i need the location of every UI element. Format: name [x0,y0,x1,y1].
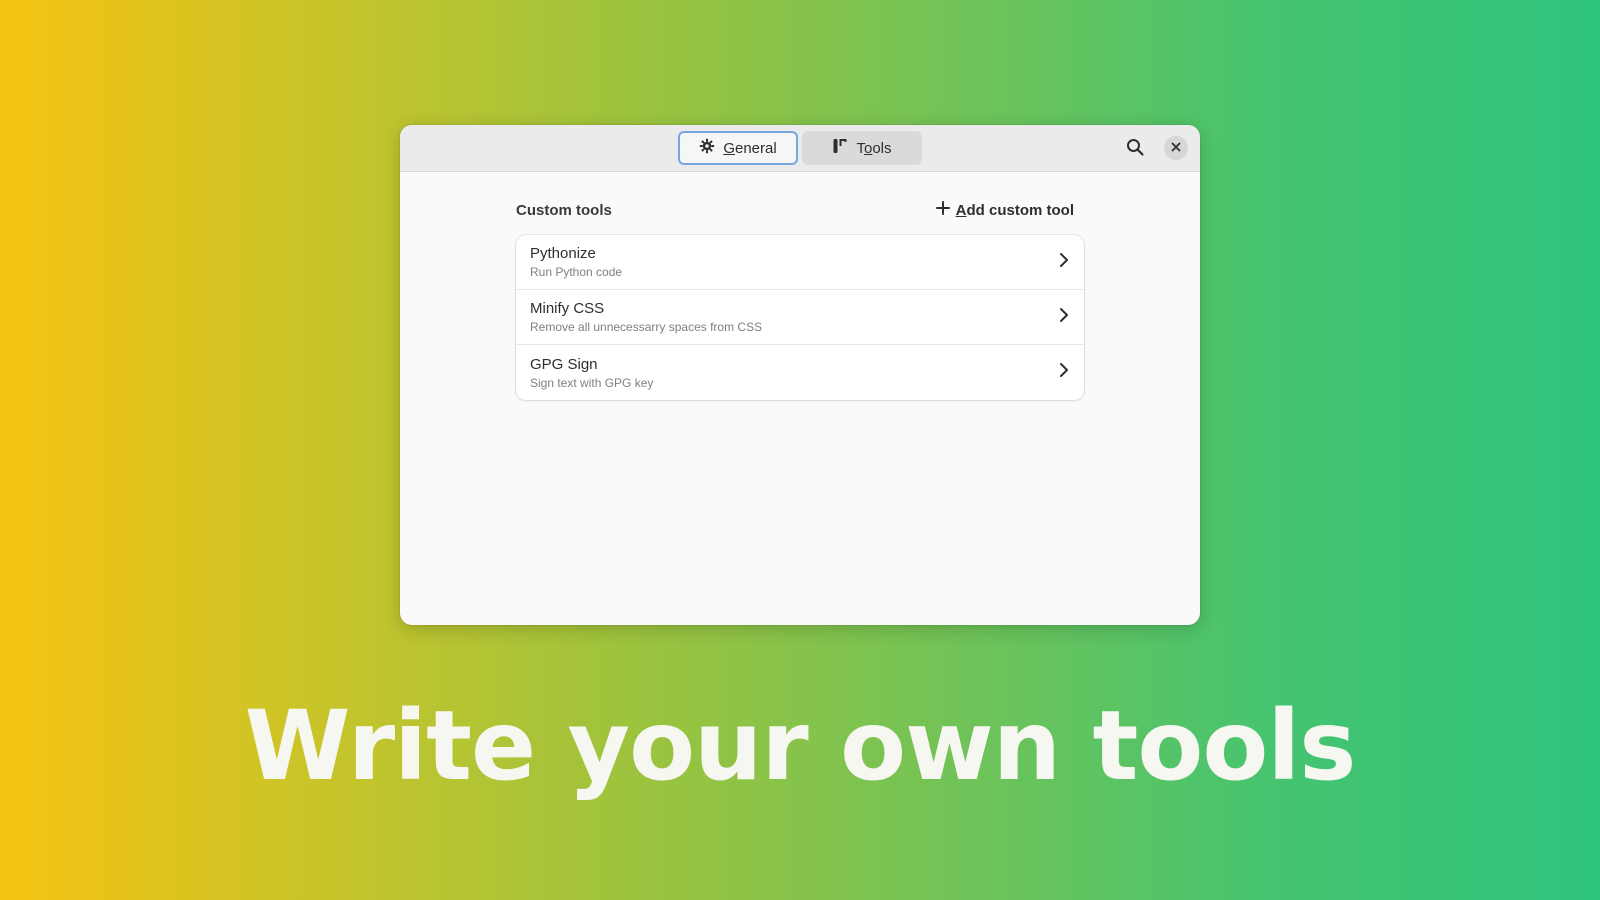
close-button[interactable] [1164,136,1188,160]
add-custom-tool-label: Add custom tool [955,201,1074,219]
header-bar: General Tools [400,125,1200,172]
tool-title: Minify CSS [530,300,605,317]
plus-icon [935,201,950,219]
tool-subtitle: Sign text with GPG key [530,375,654,390]
list-item[interactable]: GPG Sign Sign text with GPG key [516,345,1084,400]
search-button[interactable] [1120,134,1150,164]
custom-tools-list: Pythonize Run Python code Minify CSS Rem… [516,235,1084,400]
list-item[interactable]: Pythonize Run Python code [516,235,1084,290]
chevron-right-icon [1058,307,1070,328]
headline: Write your own tools [244,690,1357,802]
chevron-right-icon [1058,362,1070,383]
tool-title: GPG Sign [530,355,598,373]
tool-title: Pythonize [530,245,596,262]
custom-tools-section: Custom tools Add custom tool Pythonize R… [516,195,1084,400]
add-custom-tool-button[interactable]: Add custom tool [935,201,1084,219]
close-icon [1171,139,1181,157]
tool-subtitle: Run Python code [530,265,623,279]
section-title: Custom tools [516,201,612,219]
tab-general[interactable]: General [678,131,798,165]
chevron-right-icon [1058,252,1070,273]
search-icon [1126,138,1144,161]
gear-icon [699,138,715,158]
preferences-window: General Tools Custom tools Add custom to… [400,125,1200,625]
tools-icon [832,138,848,158]
tool-subtitle: Remove all unnecessarry spaces from CSS [530,320,763,334]
section-header: Custom tools Add custom tool [516,195,1084,225]
tab-tools[interactable]: Tools [802,131,922,165]
tab-tools-label: Tools [856,139,892,157]
tab-general-label: General [723,139,777,157]
view-switcher: General Tools [678,131,922,165]
list-item[interactable]: Minify CSS Remove all unnecessarry space… [516,290,1084,345]
